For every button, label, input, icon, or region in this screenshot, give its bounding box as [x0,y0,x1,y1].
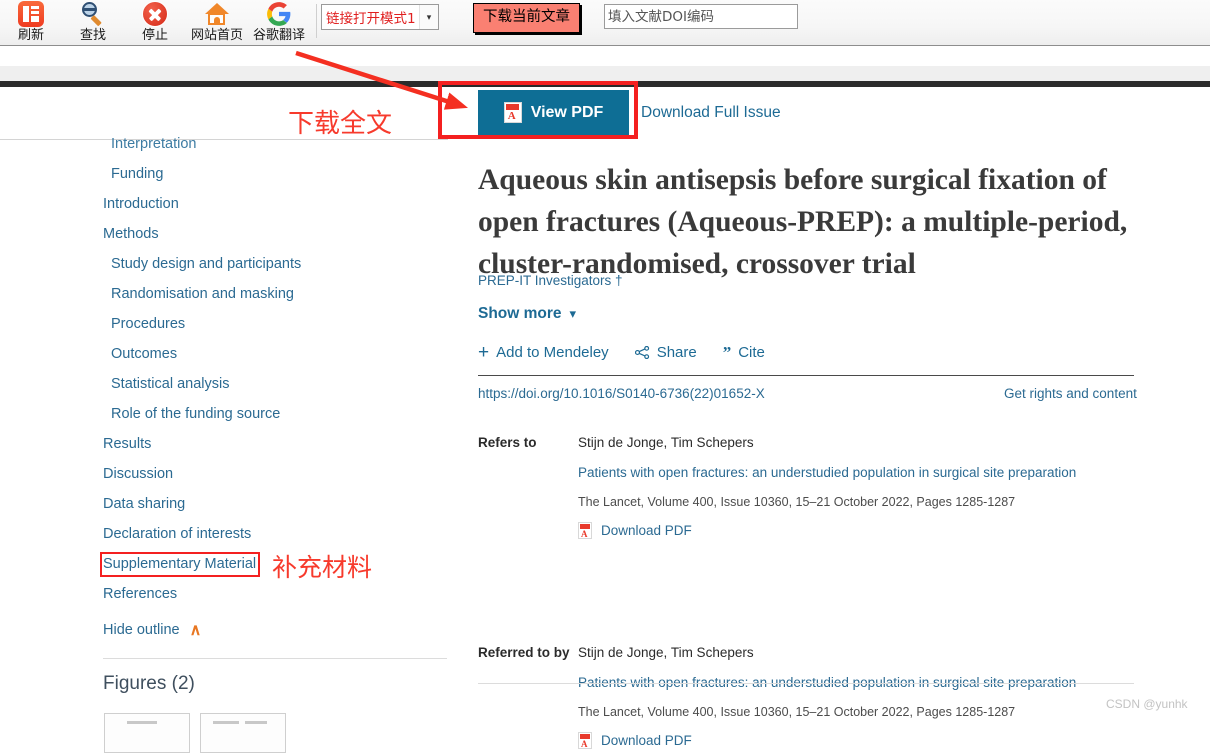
add-to-mendeley-label: Add to Mendeley [496,344,609,361]
toolbar-button-google-translate[interactable]: 谷歌翻译 [248,0,310,46]
pdf-icon [578,522,592,540]
article-bottom-divider [478,683,1134,684]
toolbar-button-label: 刷新 [17,28,44,43]
toolbar-button-find[interactable]: 查找 [62,0,124,46]
sidebar-item-methods[interactable]: Methods [103,226,159,242]
sidebar-item-introduction[interactable]: Introduction [103,196,179,212]
figures-heading: Figures (2) [103,673,195,694]
hide-outline-button[interactable]: Hide outline ∧ [103,620,201,640]
google-translate-icon [266,1,292,27]
figure-thumbnail[interactable] [200,713,286,753]
download-current-article-button[interactable]: 下载当前文章 [473,3,580,33]
link-open-mode-select[interactable]: 链接打开模式1 ▾ [321,4,439,30]
article-action-links: + Add to Mendeley Share ” Cite [478,341,765,363]
hide-outline-label: Hide outline [103,622,180,638]
page-band-white [0,47,1210,66]
page-title: Aqueous skin antisepsis before surgical … [478,163,1128,280]
doi-input[interactable] [604,4,798,29]
view-pdf-button[interactable]: View PDF [478,90,629,135]
article-authors[interactable]: PREP-IT Investigators † [478,273,623,288]
quote-icon: ” [722,342,732,362]
refers-to-label: Refers to [478,435,537,450]
referred-to-by-label: Referred to by [478,645,570,660]
reference-source: The Lancet, Volume 400, Issue 10360, 15–… [578,495,1016,509]
sidebar-item-declaration-of-interests[interactable]: Declaration of interests [103,526,251,542]
sidebar-item-results[interactable]: Results [103,436,151,452]
sidebar-item-funding[interactable]: Funding [111,166,163,182]
home-icon [204,1,230,27]
article-outline-sidebar: Interpretation Funding Introduction Meth… [0,136,448,720]
refresh-icon [18,1,44,27]
article-divider [478,375,1134,376]
pdf-icon [503,102,522,123]
browser-toolbar: 刷新 查找 停止 网站首页 谷歌翻译 链接打开模式1 ▾ 下载当前文章 填入文献… [0,0,1210,46]
sidebar-item-interpretation[interactable]: Interpretation [111,136,196,152]
sidebar-item-data-sharing[interactable]: Data sharing [103,496,185,512]
download-pdf-label: Download PDF [601,733,692,748]
sidebar-item-procedures[interactable]: Procedures [111,316,185,332]
chevron-up-icon: ∧ [189,622,202,639]
reference-authors: Stijn de Jonge, Tim Schepers [578,645,754,660]
toolbar-button-label: 停止 [141,28,168,43]
show-more-label: Show more [478,305,562,322]
download-pdf-link[interactable]: Download PDF [578,522,1138,540]
download-pdf-label: Download PDF [601,523,692,538]
toolbar-button-label: 网站首页 [190,28,243,43]
view-pdf-label: View PDF [530,103,604,121]
sidebar-divider [103,658,447,659]
search-icon [80,1,106,27]
download-pdf-link[interactable]: Download PDF [578,732,1138,750]
toolbar-button-stop[interactable]: 停止 [124,0,186,46]
reference-authors: Stijn de Jonge, Tim Schepers [578,435,754,450]
figure-thumbnail[interactable] [104,713,190,753]
sidebar-item-study-design-and-participants[interactable]: Study design and participants [111,256,301,272]
watermark: CSDN @yunhk [1106,697,1188,711]
share-button[interactable]: Share [634,344,697,361]
sidebar-item-role-of-the-funding-source[interactable]: Role of the funding source [111,406,280,422]
article-main-column: Aqueous skin antisepsis before surgical … [448,139,1210,750]
doi-link[interactable]: https://doi.org/10.1016/S0140-6736(22)01… [478,386,765,401]
toolbar-button-refresh[interactable]: 刷新 [0,0,62,46]
share-label: Share [656,344,697,361]
chevron-down-icon: ▾ [569,306,577,321]
annotation-download-fulltext: 下载全文 [288,109,393,139]
sidebar-item-outcomes[interactable]: Outcomes [111,346,177,362]
show-more-button[interactable]: Show more ▾ [478,305,576,323]
sidebar-item-statistical-analysis[interactable]: Statistical analysis [111,376,229,392]
sidebar-item-references[interactable]: References [103,586,177,602]
share-icon [634,346,649,359]
annotation-supplementary-material: 补充材料 [272,553,373,582]
chevron-down-icon: ▾ [419,5,438,29]
link-open-mode-value: 链接打开模式1 [326,11,416,27]
page-band-grey [0,66,1210,81]
reference-source: The Lancet, Volume 400, Issue 10360, 15–… [578,705,1016,719]
stop-icon [142,1,168,27]
plus-icon: + [478,341,490,363]
add-to-mendeley-button[interactable]: + Add to Mendeley [478,341,609,363]
sidebar-item-randomisation-and-masking[interactable]: Randomisation and masking [111,286,294,302]
get-rights-and-content-link[interactable]: Get rights and content [1004,386,1137,401]
toolbar-button-label: 查找 [79,28,106,43]
cite-button[interactable]: ” Cite [722,342,765,362]
toolbar-button-homepage[interactable]: 网站首页 [186,0,248,46]
sidebar-item-discussion[interactable]: Discussion [103,466,173,482]
toolbar-divider [316,4,317,38]
pdf-icon [578,732,592,750]
cite-label: Cite [738,344,765,361]
download-full-issue-link[interactable]: Download Full Issue [641,104,781,122]
sidebar-item-supplementary-material[interactable]: Supplementary Material [103,556,256,572]
toolbar-button-label: 谷歌翻译 [252,28,305,43]
reference-title-link[interactable]: Patients with open fractures: an underst… [578,465,1138,480]
